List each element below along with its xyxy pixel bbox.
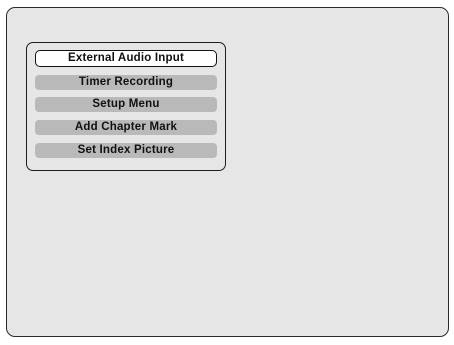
menu-item-external-audio-input[interactable]: External Audio Input <box>35 50 217 67</box>
menu-item-add-chapter-mark[interactable]: Add Chapter Mark <box>35 120 217 135</box>
menu-item-setup-menu[interactable]: Setup Menu <box>35 97 217 112</box>
menu-item-set-index-picture[interactable]: Set Index Picture <box>35 143 217 158</box>
menu-item-timer-recording[interactable]: Timer Recording <box>35 75 217 90</box>
tv-screen: External Audio Input Timer Recording Set… <box>6 7 449 337</box>
function-menu-panel: External Audio Input Timer Recording Set… <box>26 42 226 171</box>
